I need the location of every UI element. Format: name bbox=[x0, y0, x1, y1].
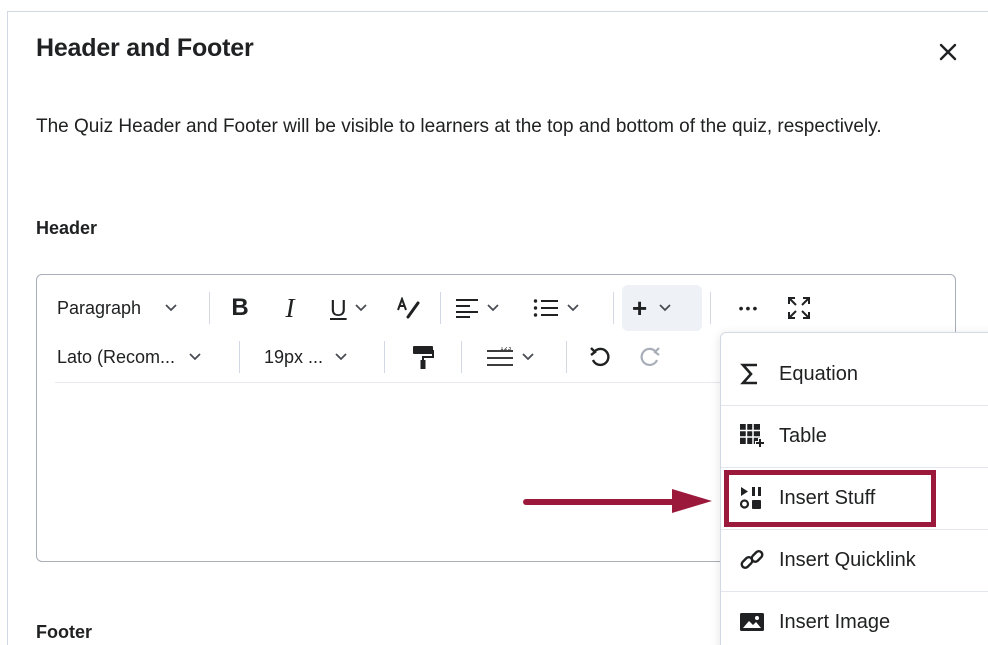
chevron-down-icon bbox=[165, 304, 177, 312]
toolbar-separator bbox=[440, 292, 441, 324]
more-actions-button[interactable]: ••• bbox=[719, 288, 779, 328]
italic-button[interactable]: I bbox=[262, 288, 318, 328]
dialog-title: Header and Footer bbox=[36, 34, 254, 62]
italic-icon: I bbox=[285, 292, 295, 323]
toolbar-row-2: Lato (Recom... 19px ... 123 bbox=[51, 332, 675, 382]
chevron-down-icon bbox=[487, 304, 499, 312]
font-size-dropdown[interactable]: 19px ... bbox=[248, 337, 376, 377]
insert-dropdown-button[interactable]: + bbox=[622, 285, 702, 331]
footer-label: Footer bbox=[36, 622, 92, 642]
bullet-list-icon bbox=[533, 299, 558, 317]
svg-text:123: 123 bbox=[500, 347, 512, 352]
bold-icon: B bbox=[231, 294, 249, 321]
align-dropdown[interactable] bbox=[449, 288, 527, 328]
toolbar-separator bbox=[613, 292, 614, 324]
close-button[interactable] bbox=[934, 38, 962, 66]
font-size-label: 19px ... bbox=[264, 346, 324, 367]
menu-item-equation[interactable]: Equation bbox=[721, 343, 988, 405]
align-left-icon bbox=[456, 299, 478, 318]
chevron-down-icon bbox=[335, 353, 347, 361]
menu-item-label: Insert Image bbox=[779, 610, 891, 633]
fullscreen-button[interactable] bbox=[779, 288, 819, 328]
toolbar-separator bbox=[461, 341, 462, 373]
menu-item-insert-quicklink[interactable]: Insert Quicklink bbox=[721, 529, 988, 591]
toolbar-row-1: Paragraph B I U + ••• bbox=[51, 283, 819, 333]
toolbar-separator bbox=[239, 341, 240, 373]
format-painter-button[interactable] bbox=[393, 337, 453, 377]
toolbar-separator bbox=[209, 292, 210, 324]
menu-item-label: Equation bbox=[779, 362, 858, 385]
plus-icon: + bbox=[632, 292, 648, 323]
paint-roller-icon bbox=[413, 346, 434, 369]
toolbar-separator bbox=[384, 341, 385, 373]
font-family-label: Lato (Recom... bbox=[57, 346, 176, 367]
fullscreen-icon bbox=[788, 297, 810, 319]
font-family-dropdown[interactable]: Lato (Recom... bbox=[51, 337, 231, 377]
redo-button[interactable] bbox=[625, 337, 675, 377]
chevron-down-icon bbox=[659, 304, 671, 312]
clear-formatting-button[interactable] bbox=[386, 288, 432, 328]
line-spacing-dropdown[interactable]: 123 bbox=[470, 337, 558, 377]
close-icon bbox=[939, 43, 957, 61]
paragraph-format-dropdown[interactable]: Paragraph bbox=[51, 288, 201, 328]
bold-button[interactable]: B bbox=[218, 288, 262, 328]
sigma-icon bbox=[740, 363, 757, 385]
menu-item-label: Table bbox=[779, 424, 827, 447]
more-icon: ••• bbox=[738, 300, 760, 316]
toolbar-separator bbox=[710, 292, 711, 324]
undo-icon bbox=[590, 347, 610, 367]
insert-stuff-highlight bbox=[724, 470, 936, 527]
undo-button[interactable] bbox=[575, 337, 625, 377]
underline-dropdown[interactable]: U bbox=[318, 288, 386, 328]
image-icon bbox=[740, 613, 764, 631]
chevron-down-icon bbox=[567, 304, 579, 312]
toolbar-separator bbox=[566, 341, 567, 373]
list-dropdown[interactable] bbox=[527, 288, 605, 328]
menu-item-insert-image[interactable]: Insert Image bbox=[721, 591, 988, 645]
redo-icon bbox=[640, 347, 660, 367]
menu-item-table[interactable]: Table bbox=[721, 405, 988, 467]
pointer-arrow-icon bbox=[523, 489, 712, 513]
clear-formatting-icon bbox=[397, 297, 420, 319]
chevron-down-icon bbox=[354, 304, 367, 312]
dialog-description: The Quiz Header and Footer will be visib… bbox=[36, 116, 882, 137]
chevron-down-icon bbox=[189, 353, 201, 361]
underline-icon: U bbox=[330, 294, 347, 321]
line-spacing-icon: 123 bbox=[487, 347, 513, 366]
menu-item-label: Insert Quicklink bbox=[779, 548, 916, 571]
paragraph-format-label: Paragraph bbox=[57, 297, 142, 318]
header-label: Header bbox=[36, 218, 98, 238]
table-icon bbox=[740, 424, 765, 448]
chevron-down-icon bbox=[522, 353, 534, 361]
link-icon bbox=[740, 550, 764, 569]
